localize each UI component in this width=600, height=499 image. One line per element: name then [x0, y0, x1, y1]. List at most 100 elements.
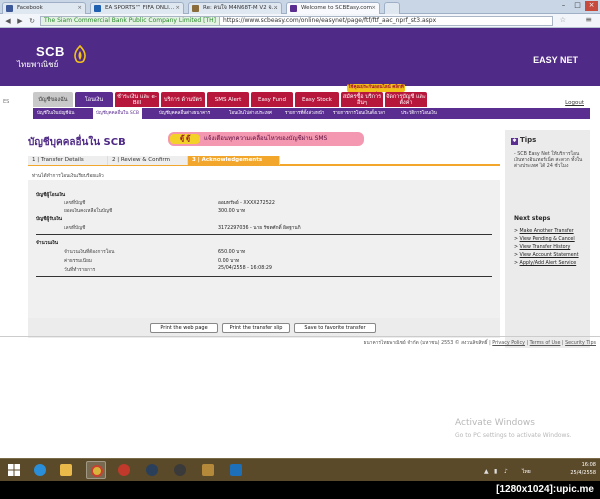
- promo-badge[interactable]: ใช้คุณประกันออนไลน์ คลิกที่นี่: [347, 84, 405, 98]
- taskbar: ▲ ▮ ♪ ไทย 16:08 25/4/2558: [0, 458, 600, 481]
- browser-tab-fifa[interactable]: EA SPORTS™ FIFA ONLI… ×: [90, 2, 184, 14]
- activate-windows-subtitle: Go to PC settings to activate Windows.: [455, 432, 572, 439]
- privacy-link[interactable]: Privacy Policy: [492, 341, 525, 346]
- save-favorite-button[interactable]: Save to favorite transfer: [294, 323, 376, 333]
- sms-banner[interactable]: ตู๊ ตู๊ แจ้งเตือนทุกความเคลื่อนไหวของบัญ…: [168, 132, 364, 146]
- taskbar-steam[interactable]: [142, 461, 162, 479]
- menu-easy-fund[interactable]: Easy Fund: [251, 92, 293, 107]
- balance-label: ยอดเงินคงเหลือในบัญชี: [64, 209, 113, 214]
- link-make-another-transfer[interactable]: > Make Another Transfer: [514, 229, 574, 234]
- submenu-other-bank[interactable]: บัญชีบุคคลอื่นต่างธนาคาร: [159, 108, 210, 119]
- browser-menu-icon[interactable]: ≡: [585, 15, 592, 24]
- language-indicator[interactable]: ไทย: [522, 468, 531, 476]
- submenu-preset[interactable]: รายการที่ตั้งล่วงหน้า: [285, 108, 324, 119]
- forward-icon[interactable]: ▶: [15, 16, 25, 26]
- start-button[interactable]: [4, 461, 24, 479]
- scb-logo-icon: [74, 45, 86, 64]
- browser-tab-label: Re: คนใจ M4N68T-M V2 จ…: [203, 5, 278, 11]
- step-acknowledgements: 3 | Acknowledgements: [188, 156, 280, 165]
- link-view-statement[interactable]: > View Account Statement: [514, 253, 579, 258]
- browser-tab-facebook[interactable]: Facebook ×: [2, 2, 86, 14]
- url-input[interactable]: The Siam Commercial Bank Public Company …: [40, 16, 553, 26]
- browser-tab-label: Welcome to SCBEasy.com: [301, 5, 372, 11]
- submenu-history[interactable]: ประวัติการโอนเงิน: [401, 108, 437, 119]
- network-icon[interactable]: ▮: [494, 468, 497, 475]
- close-icon[interactable]: ×: [77, 3, 82, 13]
- bookmark-star-icon[interactable]: ☆: [560, 16, 566, 24]
- from-account-value: ออมทรัพย์ - XXXX272522: [218, 201, 275, 206]
- page-title: บัญชีบุคคลอื่นใน SCB: [28, 137, 126, 148]
- sub-menu: บัญชีใบเงินบัญชีฉัน บัญชีบุคคลอื่นใน SCB…: [33, 108, 590, 119]
- browser-tab-bar: Facebook × EA SPORTS™ FIFA ONLI… × Re: ค…: [0, 0, 600, 14]
- taskbar-app-game[interactable]: [170, 461, 190, 479]
- menu-other-services[interactable]: สมัครซื้อ บริการอื่นๆ: [341, 92, 383, 107]
- left-marker: ES: [3, 99, 10, 105]
- ea-icon: [94, 5, 101, 12]
- certificate-badge[interactable]: The Siam Commercial Bank Public Company …: [41, 17, 220, 25]
- menu-transfer[interactable]: โอนเงิน: [75, 92, 113, 107]
- section-from: บัญชีผู้โอนเงิน: [36, 193, 66, 198]
- date-value: 25/04/2558 - 16:08:29: [218, 266, 272, 271]
- page-content: SCB ไทยพาณิชย์ EASY NET ใช้คุณประกันออนไ…: [0, 28, 600, 458]
- taskbar-chrome[interactable]: [86, 461, 106, 479]
- link-view-pending[interactable]: > View Pending & Cancel: [514, 237, 575, 242]
- product-name: EASY NET: [533, 55, 578, 65]
- link-apply-alert[interactable]: > Apply/Add Alert Service: [514, 261, 576, 266]
- print-slip-button[interactable]: Print the transfer slip: [222, 323, 290, 333]
- game-icon: [174, 464, 186, 476]
- menu-easy-stock[interactable]: Easy Stock: [295, 92, 339, 107]
- scb-icon: [290, 5, 297, 12]
- browser-tab-label: EA SPORTS™ FIFA ONLI…: [105, 5, 175, 11]
- taskbar-app-blue[interactable]: [226, 461, 246, 479]
- terms-link[interactable]: Terms of Use: [530, 341, 561, 346]
- close-icon[interactable]: ×: [371, 3, 376, 13]
- maximize-icon[interactable]: □: [571, 1, 584, 11]
- menu-account-settings[interactable]: จัดการบัญชี และตั้งค่า: [385, 92, 427, 107]
- address-bar: ◀ ▶ ↻ The Siam Commercial Bank Public Co…: [0, 14, 600, 28]
- balance-value: 300.00 บาท: [218, 209, 246, 214]
- activate-windows-title: Activate Windows: [455, 418, 535, 428]
- tips-header: ✱ Tips: [511, 136, 536, 145]
- minimize-icon[interactable]: –: [557, 1, 570, 11]
- section-to: บัญชีผู้รับเงิน: [36, 217, 63, 222]
- volume-icon[interactable]: ♪: [504, 468, 508, 475]
- app-icon: [202, 464, 214, 476]
- submenu-international[interactable]: โอนเงินไปต่างประเทศ: [229, 108, 272, 119]
- menu-sms-alert[interactable]: SMS Alert: [207, 92, 249, 107]
- banner-badge: ตู๊ ตู๊: [170, 134, 200, 144]
- logout-link[interactable]: Logout: [565, 100, 584, 106]
- submenu-own-account[interactable]: บัญชีใบเงินบัญชีฉัน: [37, 108, 75, 119]
- taskbar-ie[interactable]: [30, 461, 50, 479]
- footer-divider: [0, 336, 600, 337]
- menu-card-services[interactable]: บริการ ด้านบัตร: [161, 92, 205, 107]
- tips-icon: ✱: [511, 138, 518, 145]
- step-review-confirm: 2 | Review & Confirm: [108, 156, 188, 165]
- transfer-detail-panel: บัญชีผู้โอนเงิน เลขที่บัญชี ออมทรัพย์ - …: [28, 180, 500, 320]
- taskbar-explorer[interactable]: [56, 461, 76, 479]
- submenu-scheduled[interactable]: รายการการโอนเงินตั้งเวลา: [333, 108, 385, 119]
- main-content: บัญชีบุคคลอื่นใน SCB ตู๊ ตู๊ แจ้งเตือนทุ…: [28, 130, 500, 338]
- menu-my-account[interactable]: บัญชีของฉัน: [33, 92, 73, 107]
- copyright-text: ธนาคารไทยพาณิชย์ จำกัด (มหาชน) 2553 © สง…: [363, 341, 488, 346]
- fee-label: ค่าธรรมเนียม: [64, 259, 93, 264]
- taskbar-app-red[interactable]: [114, 461, 134, 479]
- print-page-button[interactable]: Print the web page: [150, 323, 218, 333]
- taskbar-app-folder[interactable]: [198, 461, 218, 479]
- link-view-history[interactable]: > View Transfer History: [514, 245, 570, 250]
- clock[interactable]: 16:08 25/4/2558: [570, 461, 596, 477]
- ie-icon: [34, 464, 46, 476]
- close-window-icon[interactable]: ×: [585, 1, 598, 11]
- browser-tab-forum[interactable]: Re: คนใจ M4N68T-M V2 จ… ×: [188, 2, 282, 14]
- new-tab-button[interactable]: [384, 2, 400, 14]
- reload-icon[interactable]: ↻: [27, 16, 37, 26]
- submenu-other-scb[interactable]: บัญชีบุคคลอื่นใน SCB: [93, 108, 142, 119]
- back-icon[interactable]: ◀: [3, 16, 13, 26]
- security-link[interactable]: Security Tips: [565, 341, 596, 346]
- tray-arrow-icon[interactable]: ▲: [484, 468, 489, 475]
- close-icon[interactable]: ×: [175, 3, 180, 13]
- banner-text: แจ้งเตือนทุกความเคลื่อนไหวของบัญชีผ่าน S…: [204, 135, 328, 142]
- close-icon[interactable]: ×: [273, 3, 278, 13]
- browser-tab-scbeasy[interactable]: Welcome to SCBEasy.com ×: [286, 2, 380, 14]
- date-label: วันที่ทำรายการ: [64, 268, 96, 273]
- menu-payment[interactable]: ชำระเงิน และ e-Bill: [115, 92, 159, 107]
